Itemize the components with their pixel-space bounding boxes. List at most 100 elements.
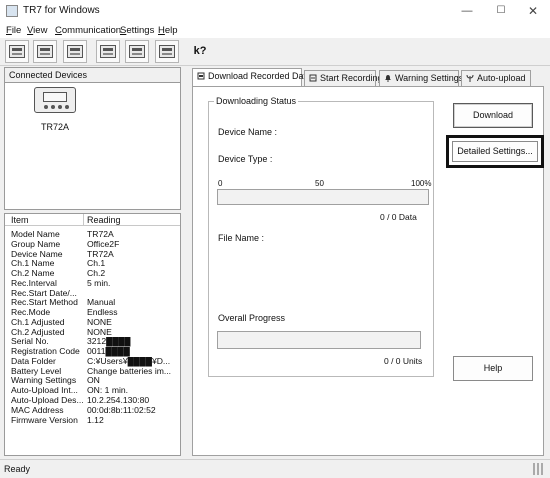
table-row[interactable]: Ch.1 Adjusted NONE bbox=[5, 318, 180, 328]
tab-warning-settings[interactable]: Warning Settings bbox=[379, 70, 463, 86]
property-item: Rec.Start Date/... bbox=[11, 288, 77, 298]
property-item: Auto-Upload Des... bbox=[11, 396, 84, 406]
property-reading: C:¥Users¥████¥D... bbox=[87, 356, 171, 366]
table-row[interactable]: MAC Address 00:0d:8b:11:02:52 bbox=[5, 406, 180, 416]
tab-label: Download Recorded Data bbox=[208, 71, 312, 81]
table-row[interactable]: Firmware Version 1.12 bbox=[5, 416, 180, 426]
table-row[interactable]: Group Name Office2F bbox=[5, 240, 180, 250]
download-button[interactable]: Download bbox=[453, 103, 533, 128]
help-button[interactable]: Help bbox=[453, 356, 533, 381]
window-title: TR7 for Windows bbox=[23, 5, 100, 16]
table-row[interactable]: Auto-Upload Des... 10.2.254.130:80 bbox=[5, 396, 180, 406]
property-reading: TR72A bbox=[87, 230, 114, 239]
property-reading: TR72A bbox=[87, 249, 114, 259]
progress-scale-min: 0 bbox=[218, 179, 223, 188]
table-row[interactable]: Registration Code 0011████ bbox=[5, 347, 180, 357]
column-divider[interactable] bbox=[83, 214, 84, 226]
table-row[interactable]: Warning Settings ON bbox=[5, 376, 180, 386]
property-reading: ON bbox=[87, 376, 100, 386]
start-recording-icon bbox=[309, 74, 317, 82]
data-count: 0 / 0 Data bbox=[380, 212, 417, 222]
table-row[interactable]: Ch.1 Name Ch.1 bbox=[5, 259, 180, 269]
table-view-icon[interactable] bbox=[155, 40, 179, 63]
property-item: Device Name bbox=[11, 249, 63, 259]
property-item: Firmware Version bbox=[11, 415, 78, 425]
property-item: MAC Address bbox=[11, 405, 64, 415]
device-name-label: Device Name : bbox=[218, 127, 278, 137]
menu-bar: File View Communication Settings Help bbox=[0, 22, 550, 38]
device-properties-table: Item Reading Model Name TR72A Group Name Of… bbox=[4, 213, 181, 456]
download-icon bbox=[197, 72, 205, 80]
device-type-label: Device Type : bbox=[218, 154, 273, 164]
antenna-icon bbox=[466, 74, 474, 82]
overall-progress-bar bbox=[217, 331, 421, 349]
menu-communication[interactable]: Communication bbox=[55, 25, 121, 36]
property-item: Rec.Interval bbox=[11, 278, 57, 288]
property-reading: 1.12 bbox=[87, 415, 104, 425]
table-row[interactable]: Serial No. 3212████ bbox=[5, 337, 180, 347]
tab-auto-upload[interactable]: Auto-upload bbox=[461, 70, 531, 86]
graph-icon[interactable] bbox=[125, 40, 149, 63]
property-reading: NONE bbox=[87, 317, 112, 327]
progress-scale-max: 100% bbox=[411, 179, 432, 188]
connected-devices-header: Connected Devices bbox=[5, 68, 180, 83]
device-search-icon[interactable] bbox=[5, 40, 29, 63]
toolbar: k? bbox=[0, 38, 550, 66]
device-label[interactable]: TR72A bbox=[5, 122, 105, 132]
menu-help[interactable]: Help bbox=[158, 25, 178, 36]
property-reading: Office2F bbox=[87, 239, 120, 249]
device-tr72a-icon[interactable] bbox=[34, 87, 76, 113]
property-reading: Endless bbox=[87, 308, 118, 318]
status-bar bbox=[0, 459, 550, 478]
overall-progress-label: Overall Progress bbox=[218, 313, 286, 323]
window-view-icon[interactable] bbox=[33, 40, 57, 63]
table-row[interactable]: Ch.2 Name Ch.2 bbox=[5, 269, 180, 279]
property-item: Serial No. bbox=[11, 337, 49, 347]
file-name-label: File Name : bbox=[218, 233, 265, 243]
menu-settings[interactable]: Settings bbox=[120, 25, 154, 36]
property-reading: Ch.1 bbox=[87, 259, 106, 269]
resize-grip-icon[interactable] bbox=[532, 463, 546, 475]
minimize-button[interactable]: — bbox=[452, 2, 482, 20]
maximize-button[interactable]: ☐ bbox=[486, 2, 516, 20]
menu-view[interactable]: View bbox=[27, 25, 47, 36]
table-row[interactable]: Ch.2 Adjusted NONE bbox=[5, 328, 180, 338]
property-reading: 0011████ bbox=[87, 347, 130, 357]
column-header-item[interactable]: Item bbox=[11, 215, 29, 225]
table-row[interactable]: Rec.Start Method Manual bbox=[5, 298, 180, 308]
property-item: Rec.Mode bbox=[11, 308, 51, 318]
tab-start-recording[interactable]: Start Recording bbox=[304, 70, 383, 86]
close-button[interactable]: ✕ bbox=[518, 2, 548, 20]
property-item: Registration Code bbox=[11, 347, 80, 357]
context-help-icon[interactable]: k? bbox=[188, 40, 212, 63]
table-row[interactable]: Device Name TR72A bbox=[5, 250, 180, 260]
property-item: Ch.1 Name bbox=[11, 259, 55, 269]
property-item: Ch.2 Adjusted bbox=[11, 327, 65, 337]
tab-label: Auto-upload bbox=[477, 73, 526, 83]
menu-file[interactable]: File bbox=[6, 25, 21, 36]
tab-download-recorded-data[interactable]: Download Recorded Data bbox=[192, 68, 311, 86]
property-item: Battery Level bbox=[11, 366, 62, 376]
table-row[interactable]: Rec.Interval 5 min. bbox=[5, 279, 180, 289]
table-row[interactable]: Model Name TR72A bbox=[5, 230, 180, 240]
record-settings-icon[interactable] bbox=[96, 40, 120, 63]
property-reading: ON: 1 min. bbox=[87, 386, 129, 396]
column-header-reading[interactable]: Reading bbox=[87, 215, 121, 225]
tab-label: Start Recording bbox=[320, 73, 383, 83]
table-row[interactable]: Data Folder C:¥Users¥████¥D... bbox=[5, 357, 180, 367]
app-icon bbox=[6, 5, 18, 17]
property-item: Group Name bbox=[11, 239, 61, 249]
list-view-icon[interactable] bbox=[63, 40, 87, 63]
table-row[interactable]: Rec.Start Date/... bbox=[5, 289, 180, 299]
downloading-status-title: Downloading Status bbox=[214, 96, 299, 106]
detailed-settings-button[interactable]: Detailed Settings... bbox=[452, 141, 538, 162]
property-reading: Ch.2 bbox=[87, 269, 106, 279]
table-row[interactable]: Rec.Mode Endless bbox=[5, 308, 180, 318]
property-item: Model Name bbox=[11, 230, 60, 239]
table-header: Item Reading bbox=[5, 214, 180, 226]
table-row[interactable]: Auto-Upload Int... ON: 1 min. bbox=[5, 386, 180, 396]
status-text: Ready bbox=[4, 464, 31, 474]
property-reading: Manual bbox=[87, 298, 116, 308]
property-item: Auto-Upload Int... bbox=[11, 386, 78, 396]
table-row[interactable]: Battery Level Change batteries im... bbox=[5, 367, 180, 377]
